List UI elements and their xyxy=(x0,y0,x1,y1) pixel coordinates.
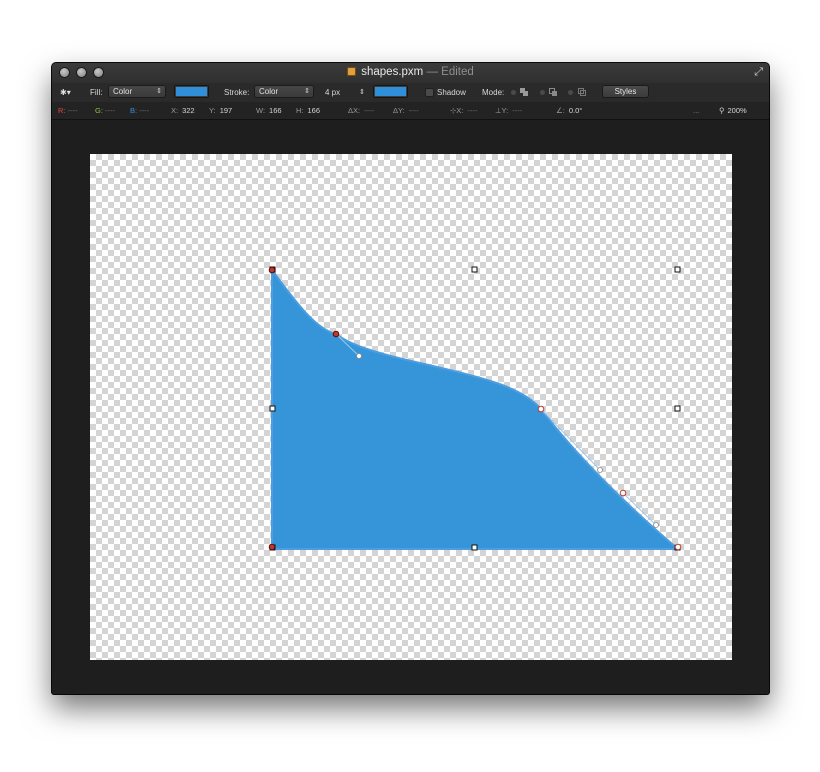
red-label: R: xyxy=(58,106,66,115)
shadow-label: Shadow xyxy=(437,88,466,97)
delta-x-value: ---- xyxy=(364,106,375,115)
edited-status: — Edited xyxy=(426,66,474,78)
fill-color-well[interactable] xyxy=(174,85,209,98)
stroke-label: Stroke: xyxy=(224,88,250,97)
mode-radio-intersect[interactable] xyxy=(568,90,573,95)
app-window: shapes.pxm — Edited ⤢ ✱▾ Fill: Color ⇕ S… xyxy=(52,63,769,694)
height-label: H: xyxy=(296,106,304,115)
mode-radio-unite[interactable] xyxy=(511,90,516,95)
red-value: ---- xyxy=(67,106,78,115)
gear-icon[interactable]: ✱▾ xyxy=(60,87,71,98)
bounds-handle-middle-left[interactable] xyxy=(269,405,276,412)
fill-type-select[interactable]: Color ⇕ xyxy=(108,85,166,98)
height-value: 166 xyxy=(307,106,321,115)
position-y-value: ---- xyxy=(512,106,523,115)
height-readout: H: 166 xyxy=(296,106,320,116)
window-title: shapes.pxm — Edited xyxy=(52,66,769,78)
blue-readout: B: ---- xyxy=(130,106,149,116)
mode-radio-subtract[interactable] xyxy=(540,90,545,95)
position-x-readout: ⊹X: ---- xyxy=(450,106,477,116)
fill-color-swatch xyxy=(176,87,207,96)
more-ellipsis[interactable]: ... xyxy=(693,106,699,116)
selected-shape[interactable] xyxy=(271,266,681,550)
fill-type-value: Color xyxy=(113,87,133,96)
width-readout: W: 166 xyxy=(256,106,282,116)
delta-y-readout: ΔY: ---- xyxy=(393,106,419,116)
shadow-checkbox[interactable] xyxy=(426,89,433,96)
green-label: G: xyxy=(95,106,103,115)
angle-readout: ∠: 0.0° xyxy=(556,106,582,116)
anchor-point[interactable] xyxy=(332,330,340,338)
zoom-value: 200% xyxy=(727,106,747,115)
fullscreen-icon[interactable]: ⤢ xyxy=(754,66,763,79)
x-value: 322 xyxy=(182,106,195,115)
position-y-label: ⊥Y: xyxy=(495,106,509,115)
green-value: ---- xyxy=(105,106,116,115)
document-canvas[interactable] xyxy=(90,154,732,660)
green-readout: G: ---- xyxy=(95,106,115,116)
zoom-readout[interactable]: ⚲ 200% xyxy=(719,106,747,116)
anchor-point[interactable] xyxy=(537,405,545,413)
control-point[interactable] xyxy=(597,467,603,473)
y-value: 197 xyxy=(219,106,233,115)
bounds-handle-top-right[interactable] xyxy=(674,266,681,273)
anchor-point[interactable] xyxy=(619,489,627,497)
y-label: Y: xyxy=(209,106,216,115)
stroke-width-field[interactable]: 4 px xyxy=(325,87,340,98)
position-y-readout: ⊥Y: ---- xyxy=(495,106,522,116)
title-bar: shapes.pxm — Edited ⤢ xyxy=(52,63,769,83)
stroke-type-select[interactable]: Color ⇕ xyxy=(254,85,314,98)
stroke-type-value: Color xyxy=(259,87,279,96)
x-label: X: xyxy=(171,106,179,115)
document-icon xyxy=(347,67,357,76)
delta-y-value: ---- xyxy=(408,106,419,115)
unite-mode-icon[interactable] xyxy=(520,88,528,96)
width-label: W: xyxy=(256,106,266,115)
stroke-color-well[interactable] xyxy=(373,85,408,98)
zoom-icon: ⚲ xyxy=(719,106,725,115)
tool-options-bar: ✱▾ Fill: Color ⇕ Stroke: Color ⇕ 4 px ⇕ … xyxy=(52,83,769,102)
subtract-mode-icon[interactable] xyxy=(549,88,557,96)
anchor-point[interactable] xyxy=(268,543,276,551)
fill-label: Fill: xyxy=(90,88,103,97)
shape-layer[interactable] xyxy=(90,154,732,660)
anchor-point[interactable] xyxy=(268,266,276,274)
delta-x-readout: ΔX: ---- xyxy=(348,106,374,116)
canvas-area[interactable] xyxy=(52,120,769,694)
red-readout: R: ---- xyxy=(58,106,78,116)
intersect-mode-icon[interactable] xyxy=(578,88,586,96)
delta-x-label: ΔX: xyxy=(348,106,361,115)
blue-value: ---- xyxy=(139,106,150,115)
control-point[interactable] xyxy=(356,353,362,359)
stroke-color-swatch xyxy=(375,87,406,96)
bounds-handle-middle-right[interactable] xyxy=(674,405,681,412)
anchor-point[interactable] xyxy=(674,543,682,551)
blue-label: B: xyxy=(130,106,138,115)
angle-label: ∠: xyxy=(556,106,565,115)
bounds-handle-top-middle[interactable] xyxy=(471,266,478,273)
position-x-label: ⊹X: xyxy=(450,106,464,115)
mode-label: Mode: xyxy=(482,88,505,97)
document-name: shapes.pxm xyxy=(361,66,424,78)
x-readout: X: 322 xyxy=(171,106,195,116)
y-readout: Y: 197 xyxy=(209,106,232,116)
angle-value: 0.0° xyxy=(568,106,583,115)
stroke-width-stepper-icon[interactable]: ⇕ xyxy=(359,87,365,98)
bounds-handle-bottom-middle[interactable] xyxy=(471,544,478,551)
control-point[interactable] xyxy=(653,522,659,528)
info-bar: R: ---- G: ---- B: ---- X: 322 Y: 197 W: 16… xyxy=(52,102,769,120)
position-x-value: ---- xyxy=(467,106,478,115)
select-arrows-icon: ⇕ xyxy=(156,88,162,95)
styles-button[interactable]: Styles xyxy=(602,85,649,98)
select-arrows-icon: ⇕ xyxy=(304,88,310,95)
width-value: 166 xyxy=(269,106,282,115)
delta-y-label: ΔY: xyxy=(393,106,405,115)
